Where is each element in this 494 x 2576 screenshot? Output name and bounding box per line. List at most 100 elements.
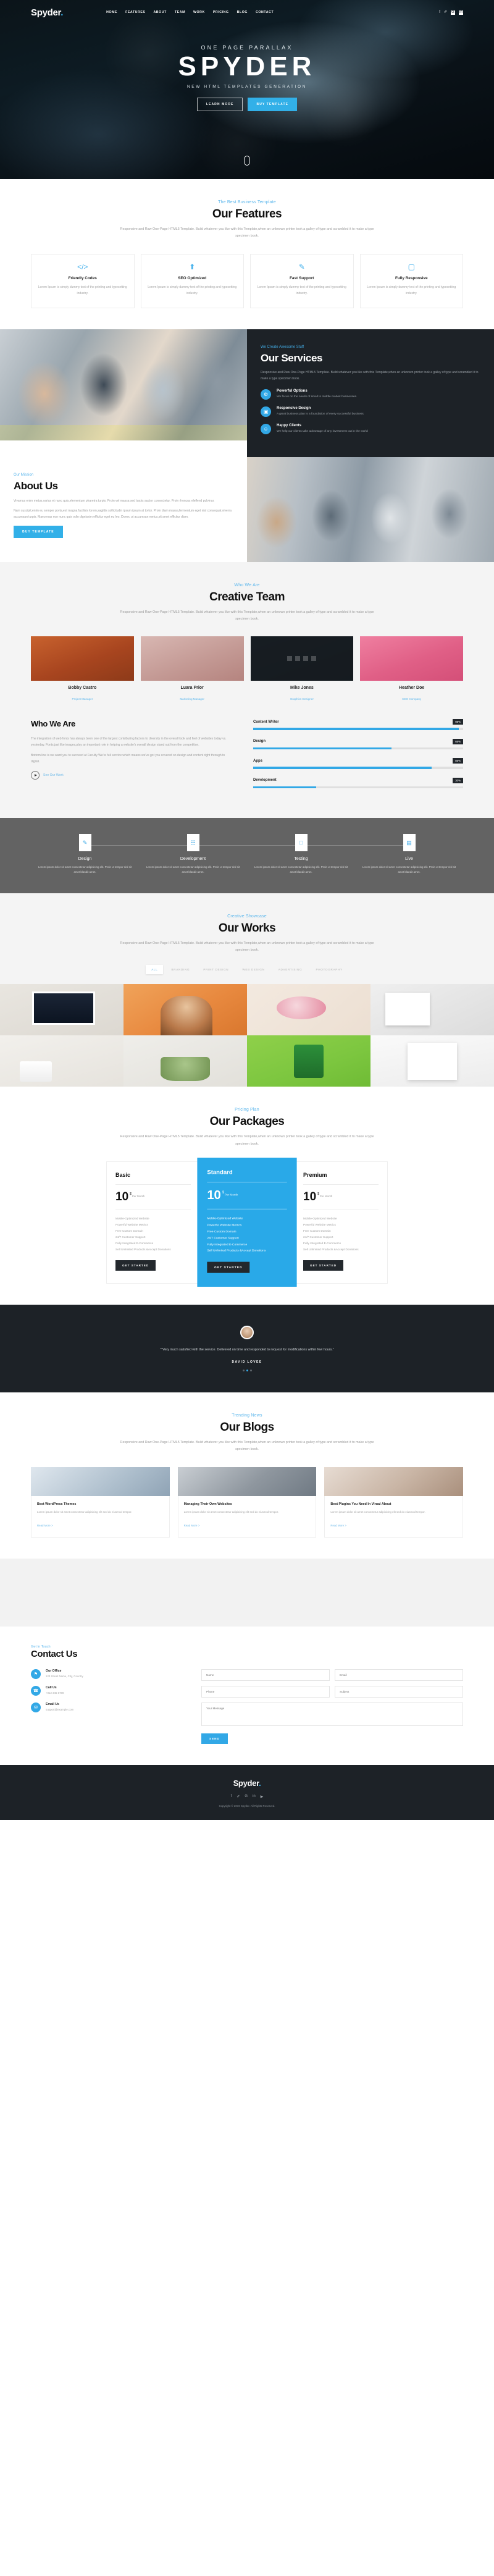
- facebook-icon[interactable]: [287, 656, 293, 662]
- plan-feature: Sell Unlimited Products &Accept Donation…: [115, 1247, 171, 1251]
- works-kicker: Creative Showcase: [227, 914, 267, 919]
- nav-item-work[interactable]: WORK: [193, 11, 205, 14]
- process-step-text: Lorem ipsum dolor sit amet consectetur a…: [38, 865, 132, 874]
- process-step[interactable]: ✎ Design Lorem ipsum dolor sit amet cons…: [31, 834, 139, 874]
- process-step-text: Lorem ipsum dolor sit amet consectetur a…: [254, 865, 348, 874]
- nav-item-home[interactable]: HOME: [106, 11, 117, 14]
- filter-all[interactable]: ALL: [146, 965, 164, 975]
- skill-label: Development: [253, 778, 277, 783]
- get-started-button[interactable]: GET STARTED: [207, 1262, 250, 1274]
- linkedin-icon[interactable]: in: [253, 1795, 256, 1799]
- service-item[interactable]: ⚙ Powerful Options We focus on the needs…: [261, 389, 480, 400]
- carousel-dot[interactable]: [249, 1369, 252, 1371]
- blog-read-more-link[interactable]: Read More >: [184, 1524, 200, 1527]
- filter-print-design[interactable]: PRINT DESIGN: [198, 965, 234, 974]
- feature-card[interactable]: ▢ Fully Responsive Lorem Ipsum is simply…: [359, 253, 463, 308]
- subject-field[interactable]: [335, 1685, 463, 1698]
- nav-item-pricing[interactable]: PRICING: [213, 11, 229, 14]
- process-step-title: Testing: [294, 857, 308, 862]
- brand-logo[interactable]: Spyder.: [31, 7, 63, 18]
- work-item[interactable]: [124, 984, 247, 1036]
- about-buy-template-button[interactable]: BUY TEMPLATE: [14, 526, 63, 539]
- youtube-icon[interactable]: ▶: [261, 1795, 264, 1799]
- pricing-card-premium[interactable]: Premium 10 $ Per Month Mobile-Optimized …: [294, 1161, 388, 1284]
- blog-card[interactable]: Best WordPress Themes Lorem ipsum dolor …: [31, 1467, 170, 1538]
- process-step[interactable]: ☷ Development Lorem ipsum dolor sit amet…: [139, 834, 247, 874]
- see-our-work-link[interactable]: See Our Work: [43, 773, 64, 777]
- services-description: Responsive and Raw One-Page HTML5 Templa…: [261, 370, 479, 381]
- google-icon[interactable]: G: [451, 10, 455, 15]
- blog-read-more-link[interactable]: Read More >: [330, 1524, 346, 1527]
- facebook-icon[interactable]: f: [439, 11, 440, 14]
- carousel-dot[interactable]: [242, 1369, 245, 1371]
- carousel-dot-active[interactable]: [246, 1369, 248, 1371]
- filter-advertising[interactable]: ADVERTISING: [273, 965, 308, 974]
- hero-title: SPYDER: [178, 51, 316, 82]
- plan-feature: Powerful Website Metrics: [207, 1223, 242, 1227]
- monitor-icon: ▣: [261, 406, 271, 417]
- blog-read-more-link[interactable]: Read More >: [37, 1524, 53, 1527]
- filter-photography[interactable]: PHOTOGRAPHY: [310, 965, 348, 974]
- work-item[interactable]: [0, 984, 124, 1036]
- nav-item-blog[interactable]: BLOG: [237, 11, 248, 14]
- linkedin-icon[interactable]: [311, 656, 317, 662]
- twitter-icon[interactable]: [295, 656, 301, 662]
- message-field[interactable]: [201, 1702, 463, 1726]
- work-item[interactable]: [247, 1035, 371, 1087]
- work-item[interactable]: [247, 984, 371, 1036]
- blog-grid: Best WordPress Themes Lorem ipsum dolor …: [31, 1467, 464, 1538]
- get-started-button[interactable]: GET STARTED: [303, 1260, 344, 1271]
- team-member[interactable]: Mike Jones Graphics Designer: [250, 636, 354, 703]
- linkedin-icon[interactable]: in: [459, 10, 463, 15]
- blog-card[interactable]: Best Plugins You Need In Virual About Lo…: [324, 1467, 464, 1538]
- play-icon[interactable]: [31, 771, 40, 780]
- plan-feature: Mobile-Optimized Website: [303, 1217, 337, 1221]
- process-step[interactable]: ▤ Live Lorem ipsum dolor sit amet consec…: [355, 834, 463, 874]
- process-step[interactable]: □ Testing Lorem ipsum dolor sit amet con…: [247, 834, 355, 874]
- filter-web-design[interactable]: WEB DESIGN: [237, 965, 270, 974]
- skill-value: 30%: [453, 777, 463, 783]
- work-item[interactable]: [371, 984, 494, 1036]
- feature-card[interactable]: ✎ Fast Support Lorem Ipsum is simply dum…: [250, 253, 354, 308]
- get-started-button[interactable]: GET STARTED: [115, 1260, 156, 1271]
- name-field[interactable]: [201, 1669, 330, 1681]
- scroll-down-mouse-icon[interactable]: [244, 156, 250, 166]
- location-map[interactable]: [0, 1558, 494, 1627]
- main-nav: HOME FEATURES ABOUT TEAM WORK PRICING BL…: [106, 11, 274, 14]
- feature-card[interactable]: </> Friendly Codes Lorem Ipsum is simply…: [31, 253, 135, 308]
- blog-title: Best WordPress Themes: [37, 1502, 77, 1506]
- google-icon[interactable]: G: [245, 1795, 248, 1799]
- team-member[interactable]: Luara Prior Marketing Manager: [140, 636, 244, 703]
- team-member[interactable]: Heather Doe CEO Company: [360, 636, 463, 703]
- pricing-card-standard[interactable]: Standard 10 $ Per Month Mobile-Optimized…: [197, 1158, 297, 1287]
- nav-item-team[interactable]: TEAM: [175, 11, 185, 14]
- footer-brand[interactable]: Spyder.: [0, 1778, 494, 1788]
- learn-more-button[interactable]: LEARN MORE: [196, 98, 243, 112]
- google-icon[interactable]: [303, 656, 309, 662]
- nav-item-contact[interactable]: CONTACT: [256, 11, 274, 14]
- work-item[interactable]: [0, 1035, 124, 1087]
- nav-item-about[interactable]: ABOUT: [153, 11, 166, 14]
- brand-dot: .: [61, 7, 64, 18]
- work-item[interactable]: [124, 1035, 247, 1087]
- buy-template-button[interactable]: BUY TEMPLATE: [248, 98, 298, 112]
- blog-excerpt: Lorem ipsum dolor sit amet consectetur a…: [37, 1510, 132, 1513]
- filter-branding[interactable]: BRANDING: [165, 965, 195, 974]
- team-social-overlay[interactable]: [250, 636, 354, 681]
- service-item[interactable]: ☺ Happy Clients We help our clients take…: [261, 423, 480, 434]
- divider: [115, 1184, 191, 1185]
- twitter-icon[interactable]: ✐: [237, 1795, 240, 1799]
- twitter-icon[interactable]: ✐: [444, 11, 447, 14]
- blog-card[interactable]: Managing Their Own Websites Lorem ipsum …: [177, 1467, 317, 1538]
- email-field[interactable]: [335, 1669, 463, 1681]
- service-item[interactable]: ▣ Responsive Design A great business pla…: [261, 406, 480, 417]
- facebook-icon[interactable]: f: [231, 1795, 232, 1799]
- team-member[interactable]: Bobby Castro Project Manager: [31, 636, 134, 703]
- phone-field[interactable]: [201, 1685, 330, 1698]
- see-our-work-video[interactable]: See Our Work: [31, 771, 235, 780]
- feature-card[interactable]: ⬆ SEO Optimized Lorem Ipsum is simply du…: [140, 253, 244, 308]
- work-item[interactable]: [371, 1035, 494, 1087]
- send-button[interactable]: SEND: [201, 1733, 228, 1744]
- nav-item-features[interactable]: FEATURES: [125, 11, 145, 14]
- pricing-card-basic[interactable]: Basic 10 $ Per Month Mobile-Optimized We…: [106, 1161, 200, 1284]
